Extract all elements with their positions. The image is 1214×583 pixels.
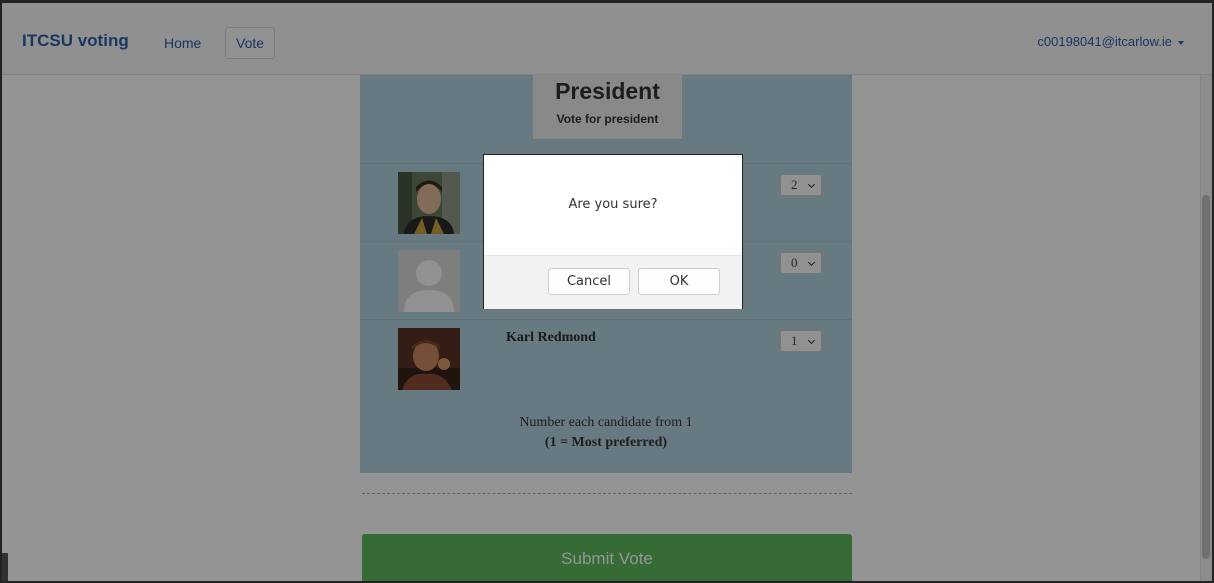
confirm-dialog: Are you sure? Cancel OK [483, 154, 743, 309]
ok-button[interactable]: OK [638, 268, 720, 295]
dialog-footer: Cancel OK [484, 255, 742, 309]
cancel-button[interactable]: Cancel [548, 268, 630, 295]
dialog-message: Are you sure? [568, 197, 658, 212]
browser-viewport: ITCSU voting Home Vote c00198041@itcarlo… [0, 0, 1214, 583]
